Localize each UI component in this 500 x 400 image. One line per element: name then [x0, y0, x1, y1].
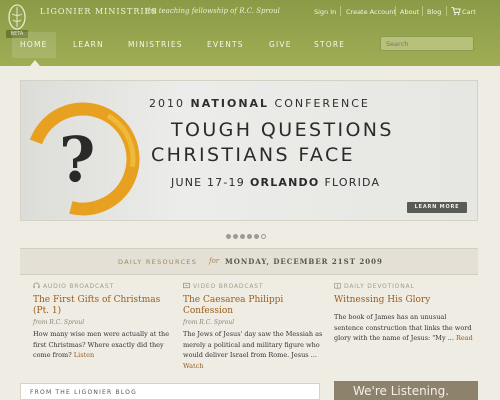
resource-summary: How many wise men were actually at the f…: [33, 330, 170, 359]
promo-text: We're Listening.: [353, 384, 450, 398]
watch-link[interactable]: Watch: [183, 362, 203, 370]
divider: [446, 6, 447, 16]
headphones-icon: [33, 282, 40, 289]
blog-section-header: FROM THE LIGONIER BLOG: [20, 383, 320, 400]
nav-learn[interactable]: LEARN: [73, 40, 104, 49]
banner-title-line-1: TOUGH QUESTIONS: [171, 119, 394, 141]
resource-type: AUDIO BROADCAST: [33, 282, 173, 292]
daily-date: MONDAY, DECEMBER 21ST 2009: [225, 257, 383, 266]
nav-store[interactable]: STORE: [314, 40, 345, 49]
resource-author: from R.C. Sproul: [33, 319, 85, 326]
slide-dot-5[interactable]: [254, 234, 259, 239]
read-link[interactable]: Read: [456, 334, 473, 342]
nav-give[interactable]: GIVE: [269, 40, 292, 49]
video-broadcast-column: VIDEO BROADCAST The Caesarea Philippi Co…: [183, 282, 323, 371]
banner-year-line: 2010 NATIONAL CONFERENCE: [149, 97, 370, 110]
resource-summary: The Jews of Jesus' day saw the Messiah a…: [183, 330, 323, 370]
search-input[interactable]: [380, 36, 474, 51]
slide-dot-1[interactable]: [226, 234, 231, 239]
resource-title-link[interactable]: Witnessing His Glory: [334, 295, 474, 306]
resource-summary: The book of James has an unusual sentenc…: [334, 313, 473, 342]
daily-devotional-column: DAILY DEVOTIONAL Witnessing His Glory Th…: [334, 282, 474, 344]
cart-icon[interactable]: [451, 6, 461, 16]
resource-title-link[interactable]: The First Gifts of Christmas (Pt. 1): [33, 295, 173, 317]
daily-resources-label: DAILY RESOURCES: [118, 258, 198, 266]
video-icon: [183, 282, 190, 289]
site-tagline: the teaching fellowship of R.C. Sproul: [145, 7, 280, 15]
resource-author: from R.C. Sproul: [183, 319, 235, 326]
audio-broadcast-column: AUDIO BROADCAST The First Gifts of Chris…: [33, 282, 173, 361]
divider: [340, 6, 341, 16]
blog-heading: FROM THE LIGONIER BLOG: [30, 389, 137, 396]
resource-type: DAILY DEVOTIONAL: [334, 282, 474, 292]
blog-link[interactable]: Blog: [427, 8, 441, 16]
sign-in-link[interactable]: Sign In: [314, 8, 336, 16]
nav-home[interactable]: HOME: [20, 40, 48, 49]
about-link[interactable]: About: [400, 8, 419, 16]
create-account-link[interactable]: Create Account: [346, 8, 396, 16]
banner-title-line-2: CHRISTIANS FACE: [151, 144, 356, 166]
slide-dot-3[interactable]: [240, 234, 245, 239]
banner-date-location: JUNE 17-19 ORLANDO FLORIDA: [171, 176, 381, 189]
nav-events[interactable]: EVENTS: [207, 40, 244, 49]
nav-active-notch: [30, 60, 40, 66]
site-header: BETA LIGONIER MINISTRIES the teaching fe…: [0, 0, 500, 66]
daily-resources-bar: DAILY RESOURCES for MONDAY, DECEMBER 21S…: [20, 248, 478, 275]
site-brand[interactable]: LIGONIER MINISTRIES: [40, 7, 158, 16]
slide-dot-2[interactable]: [233, 234, 238, 239]
listen-link[interactable]: Listen: [74, 351, 94, 359]
nav-ministries[interactable]: MINISTRIES: [128, 40, 183, 49]
were-listening-promo[interactable]: We're Listening.: [334, 381, 478, 400]
svg-text:?: ?: [59, 123, 95, 196]
learn-more-button[interactable]: LEARN MORE: [407, 202, 467, 213]
slide-dot-6[interactable]: [261, 234, 266, 239]
resource-title-link[interactable]: The Caesarea Philippi Confession: [183, 295, 323, 317]
cart-link[interactable]: Cart: [462, 8, 476, 16]
slide-dot-4[interactable]: [247, 234, 252, 239]
resource-type: VIDEO BROADCAST: [183, 282, 323, 292]
book-icon: [334, 282, 341, 289]
divider: [422, 6, 423, 16]
ligonier-leaf-logo-icon[interactable]: [8, 4, 26, 30]
daily-for-word: for: [209, 257, 220, 265]
divider: [395, 6, 396, 16]
conference-banner[interactable]: ? 2010 NATIONAL CONFERENCE TOUGH QUESTIO…: [20, 80, 478, 221]
